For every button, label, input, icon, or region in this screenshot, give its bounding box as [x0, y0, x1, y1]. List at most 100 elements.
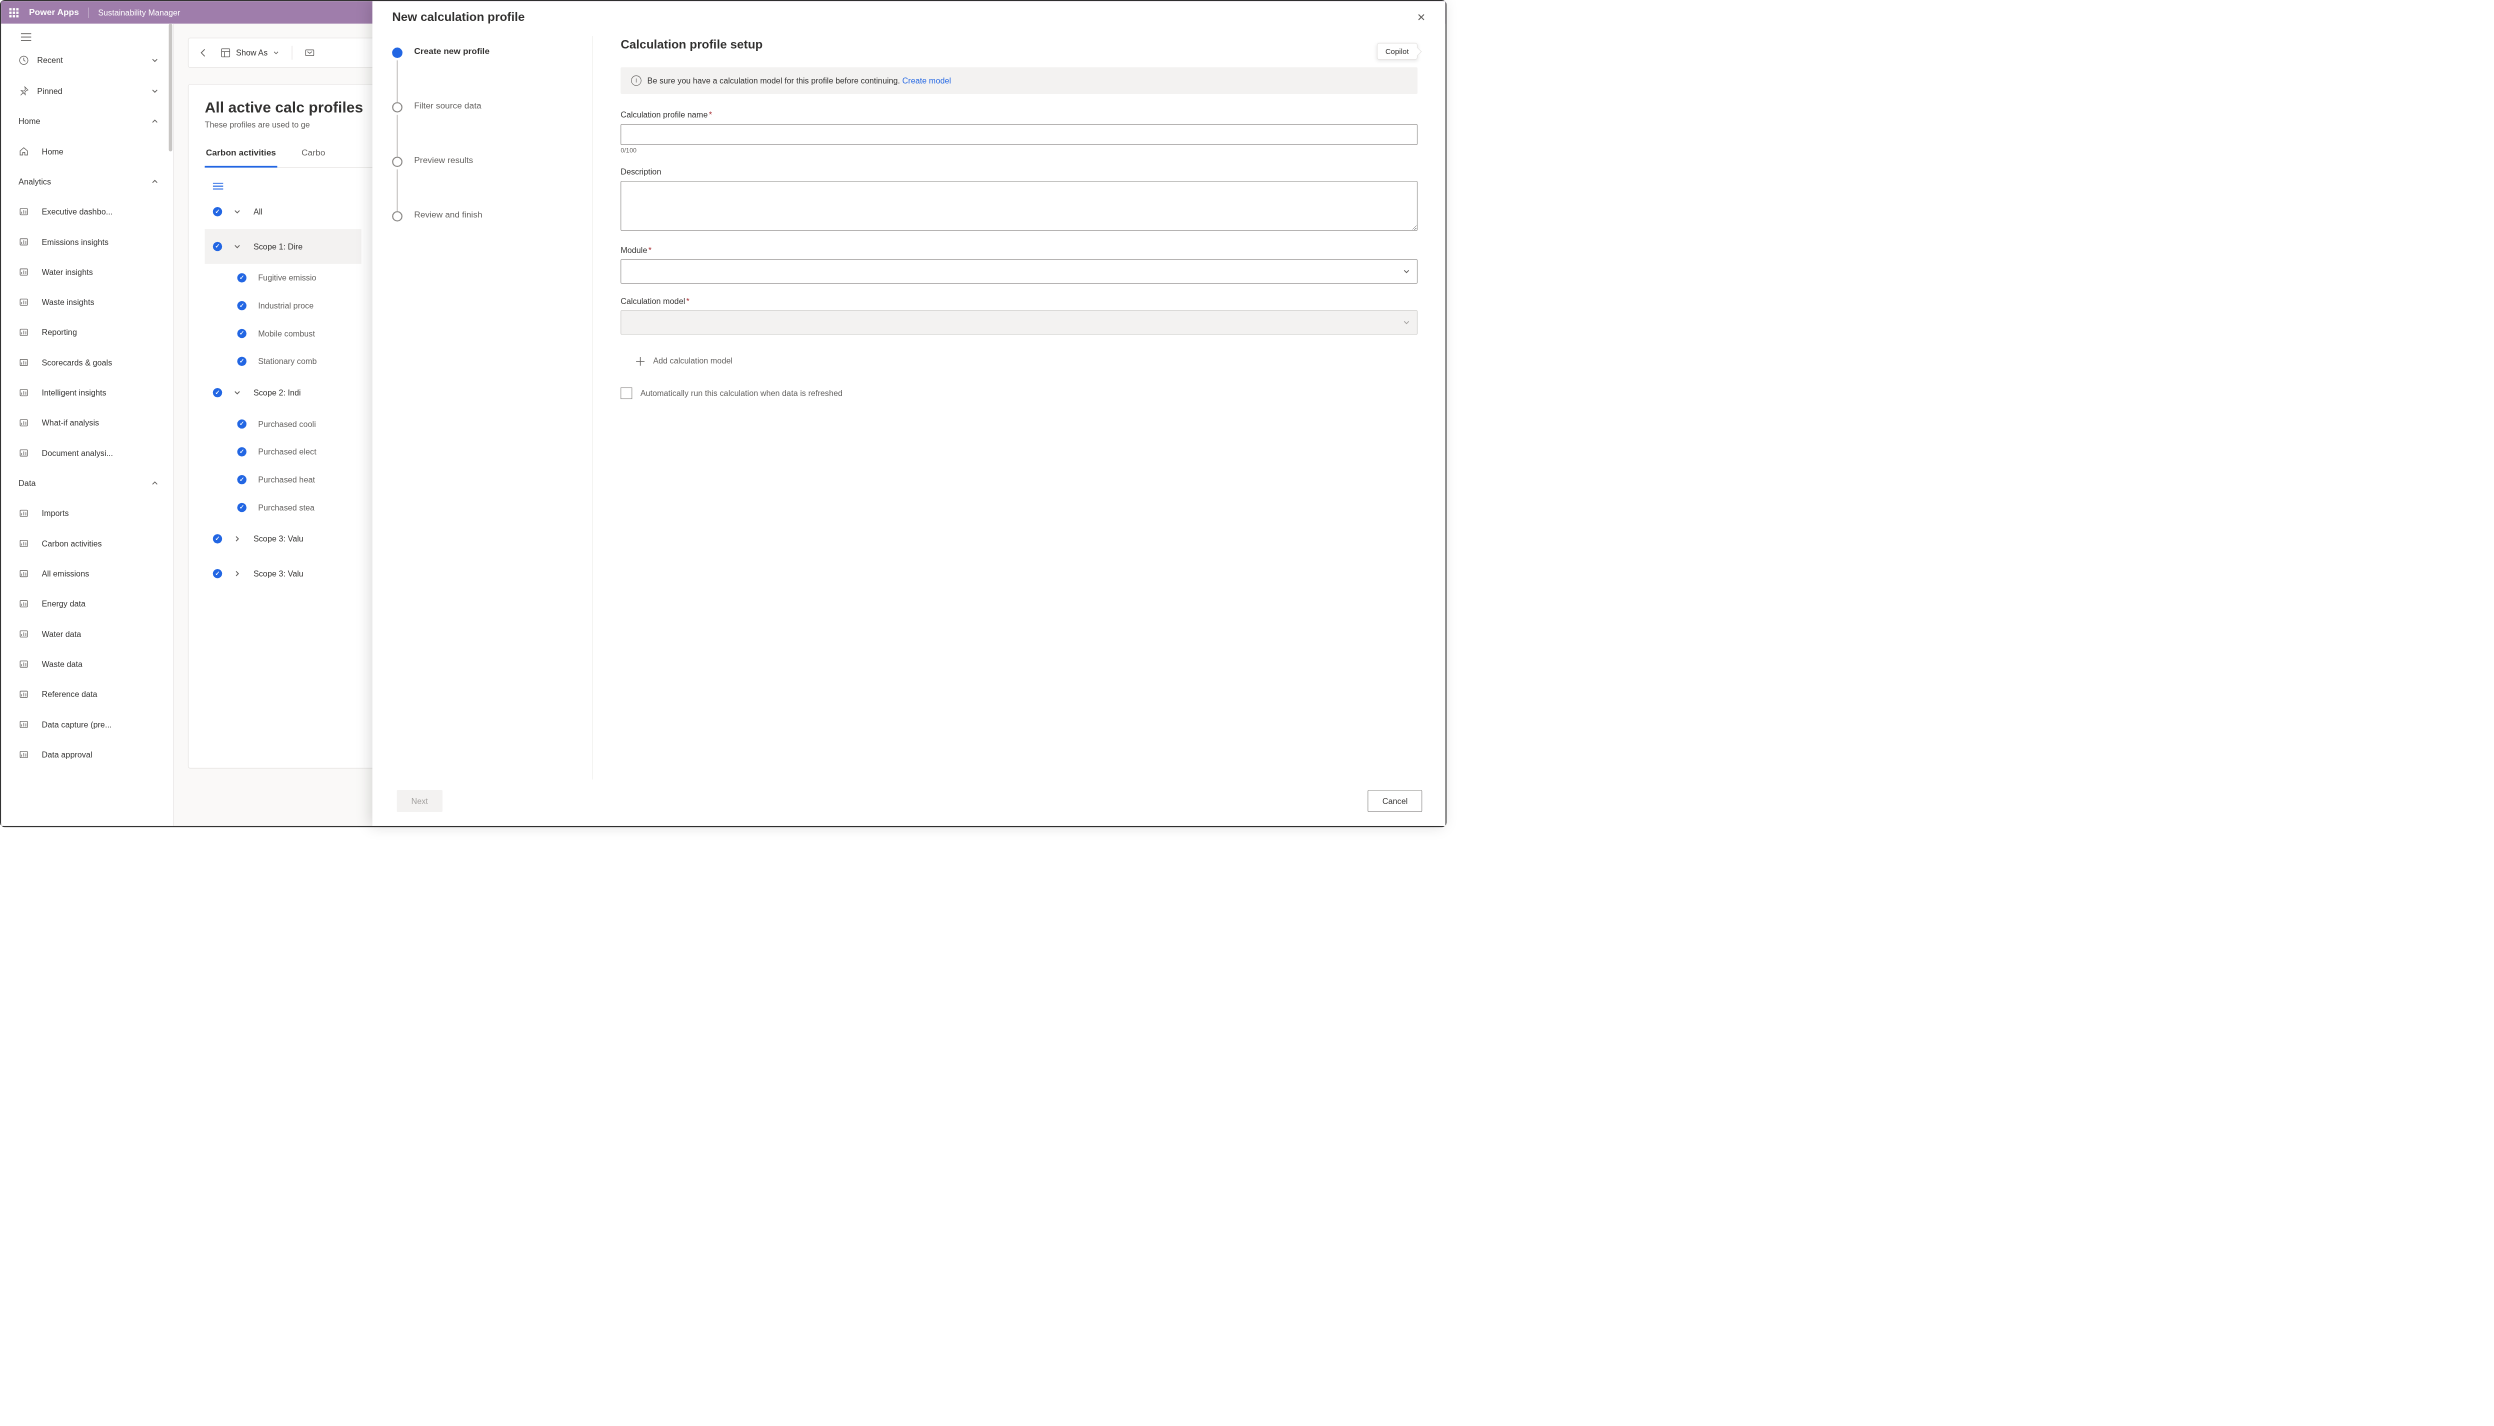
nav-collapse-icon[interactable]: [1, 24, 167, 45]
chart-icon: [19, 297, 42, 307]
tree-item-1-0[interactable]: Purchased cooli: [205, 410, 362, 438]
nav-analytics-item-8[interactable]: Document analysi...: [1, 438, 167, 468]
tree-item-0-1[interactable]: Industrial proce: [205, 292, 362, 320]
tree-item-0-2[interactable]: Mobile combust: [205, 320, 362, 348]
nav-label: All emissions: [42, 569, 89, 578]
doc-icon: [19, 327, 42, 337]
cmdbar-divider: [292, 46, 293, 60]
tree-item-0-0[interactable]: Fugitive emissio: [205, 264, 362, 292]
check-icon: [237, 273, 246, 282]
nav-label: Data approval: [42, 750, 93, 759]
nav-data-item-3[interactable]: Energy data: [1, 589, 167, 619]
show-as-button[interactable]: Show As: [221, 48, 279, 57]
chart-icon: [19, 267, 42, 277]
next-button[interactable]: Next: [397, 790, 443, 812]
nav-section-data-label: Data: [19, 479, 36, 488]
check-icon: [237, 419, 246, 428]
nav-analytics-item-6[interactable]: Intelligent insights: [1, 378, 167, 408]
nav-data-item-5[interactable]: Waste data: [1, 649, 167, 679]
nav-recent[interactable]: Recent: [1, 45, 167, 76]
nav-data-item-1[interactable]: Carbon activities: [1, 528, 167, 558]
nav-data-item-0[interactable]: Imports: [1, 498, 167, 528]
left-nav: Recent Pinned Home Home Analytics Execut…: [1, 24, 174, 826]
nav-data-item-4[interactable]: Water data: [1, 619, 167, 649]
add-model-label: Add calculation model: [653, 356, 732, 365]
tree-toolbar[interactable]: [205, 178, 362, 194]
add-calculation-model-button[interactable]: ＋ Add calculation model: [621, 347, 1418, 373]
tree-group-1[interactable]: Scope 2: Indi: [205, 375, 362, 410]
nav-analytics-item-2[interactable]: Water insights: [1, 257, 167, 287]
info-bar: i Be sure you have a calculation model f…: [621, 67, 1418, 94]
nav-analytics-item-1[interactable]: Emissions insights: [1, 227, 167, 257]
check-icon: [237, 301, 246, 310]
cmdbar-overflow[interactable]: [305, 48, 314, 57]
step-review[interactable]: Review and finish: [392, 210, 572, 233]
chevron-icon[interactable]: [234, 570, 242, 577]
form-heading: Calculation profile setup: [621, 38, 1418, 52]
chevron-down-icon: [151, 87, 158, 94]
nav-home-label: Home: [42, 147, 64, 156]
module-select[interactable]: [621, 259, 1418, 283]
back-button[interactable]: [199, 48, 208, 57]
step-create-profile[interactable]: Create new profile: [392, 46, 572, 101]
nav-section-data[interactable]: Data: [1, 468, 167, 498]
chevron-icon[interactable]: [234, 535, 242, 542]
chevron-icon[interactable]: [234, 243, 242, 250]
home-icon: [19, 146, 42, 156]
check-icon: [237, 357, 246, 366]
tab-carbon-2[interactable]: Carbo: [300, 148, 326, 167]
nav-scrollbar[interactable]: [169, 24, 172, 152]
tree-item-1-1[interactable]: Purchased elect: [205, 438, 362, 466]
scan-icon: [19, 448, 42, 458]
tree-group-label: Scope 2: Indi: [253, 388, 300, 397]
info-text: Be sure you have a calculation model for…: [647, 76, 902, 85]
tree-item-label: Fugitive emissio: [258, 273, 316, 282]
create-model-link[interactable]: Create model: [902, 76, 951, 85]
name-input[interactable]: [621, 124, 1418, 145]
chart-icon: [19, 206, 42, 216]
check-icon: [213, 534, 222, 543]
cancel-button[interactable]: Cancel: [1368, 790, 1422, 812]
nav-pinned[interactable]: Pinned: [1, 75, 167, 106]
copilot-button[interactable]: Copilot: [1377, 43, 1418, 60]
chart-icon: [19, 237, 42, 247]
nav-pinned-label: Pinned: [37, 86, 62, 95]
nav-label: What-if analysis: [42, 418, 99, 427]
nav-analytics-item-3[interactable]: Waste insights: [1, 287, 167, 317]
auto-run-checkbox[interactable]: [621, 387, 633, 399]
nav-data-item-2[interactable]: All emissions: [1, 559, 167, 589]
nav-section-home[interactable]: Home: [1, 106, 167, 136]
nav-analytics-item-4[interactable]: Reporting: [1, 317, 167, 347]
tree-group-2[interactable]: Scope 3: Valu: [205, 521, 362, 556]
tree-group-0[interactable]: Scope 1: Dire: [205, 229, 362, 264]
tree-group-3[interactable]: Scope 3: Valu: [205, 556, 362, 591]
nav-analytics-item-0[interactable]: Executive dashbo...: [1, 197, 167, 227]
tree-all-label: All: [253, 207, 262, 216]
tree-item-1-3[interactable]: Purchased stea: [205, 494, 362, 522]
nav-analytics-item-7[interactable]: What-if analysis: [1, 408, 167, 438]
tree-group-label: Scope 3: Valu: [253, 534, 303, 543]
nav-data-item-7[interactable]: Data capture (pre...: [1, 709, 167, 739]
chevron-down-icon: [1403, 319, 1410, 326]
tree-item-0-3[interactable]: Stationary comb: [205, 347, 362, 375]
nav-section-analytics[interactable]: Analytics: [1, 166, 167, 196]
tab-carbon-activities[interactable]: Carbon activities: [205, 148, 277, 168]
nav-analytics-item-5[interactable]: Scorecards & goals: [1, 347, 167, 377]
description-input[interactable]: [621, 181, 1418, 231]
chevron-icon[interactable]: [234, 389, 242, 396]
tree-item-1-2[interactable]: Purchased heat: [205, 466, 362, 494]
step-preview[interactable]: Preview results: [392, 155, 572, 210]
step-filter-data[interactable]: Filter source data: [392, 101, 572, 156]
nav-label: Waste data: [42, 659, 83, 668]
tree-row-all[interactable]: All: [205, 194, 362, 229]
nav-data-item-8[interactable]: Data approval: [1, 740, 167, 770]
nav-label: Water insights: [42, 267, 93, 276]
check-icon: [213, 569, 222, 578]
chevron-down-icon[interactable]: [234, 208, 242, 215]
app-launcher-icon[interactable]: [9, 8, 18, 17]
close-button[interactable]: ✕: [1417, 11, 1426, 23]
model-select[interactable]: [621, 310, 1418, 334]
nav-home[interactable]: Home: [1, 136, 167, 166]
nav-data-item-6[interactable]: Reference data: [1, 679, 167, 709]
copilot-label: Copilot: [1385, 47, 1408, 56]
